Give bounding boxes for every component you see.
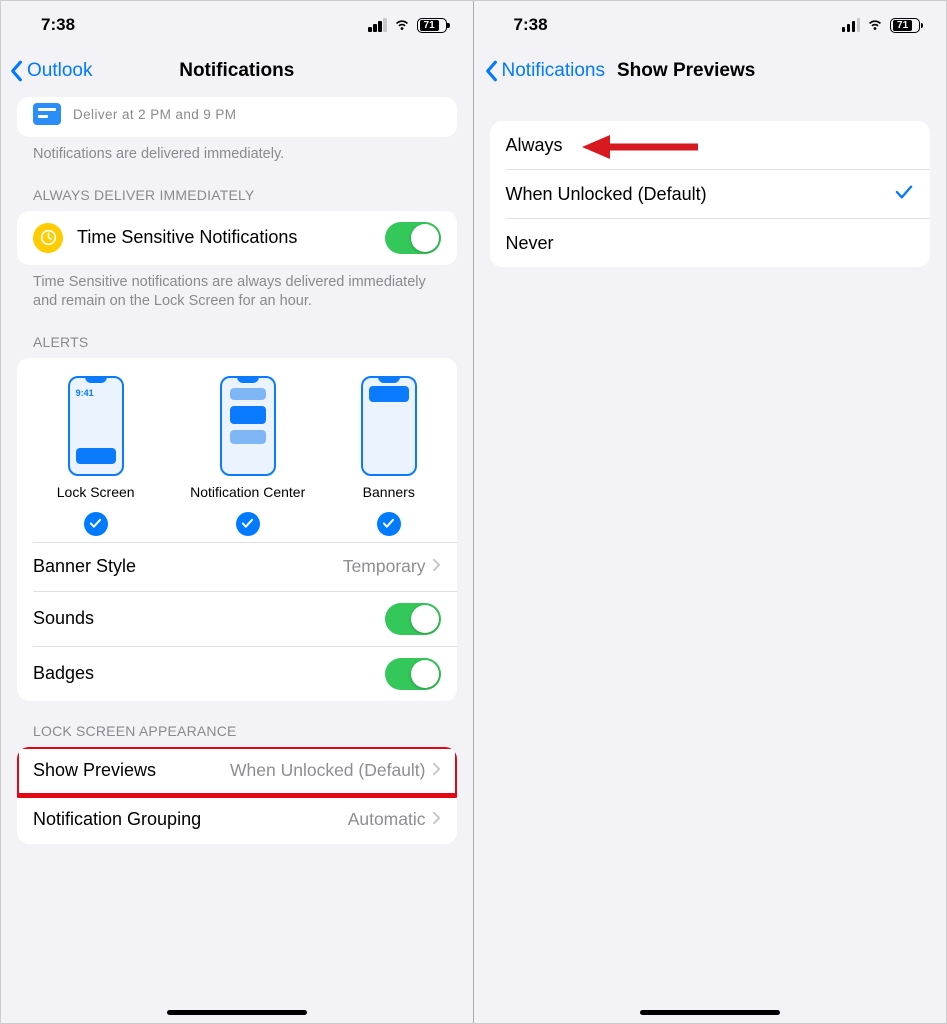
sounds-row[interactable]: Sounds (17, 592, 457, 646)
chevron-right-icon (432, 760, 441, 781)
back-label: Notifications (502, 60, 606, 82)
option-when-unlocked-label: When Unlocked (Default) (506, 184, 895, 205)
checkmark-icon (84, 512, 108, 536)
banner-style-value: Temporary (343, 556, 426, 577)
annotation-arrow-icon (580, 133, 700, 161)
battery-icon: 71 (417, 18, 447, 33)
lock-screen-card: Show Previews When Unlocked (Default) No… (17, 747, 457, 844)
chevron-left-icon (484, 60, 498, 82)
back-label: Outlook (27, 60, 92, 82)
checkmark-icon (894, 184, 914, 205)
sounds-toggle[interactable] (385, 603, 441, 635)
clock-icon (33, 223, 63, 253)
sounds-label: Sounds (33, 608, 385, 629)
time-sensitive-toggle[interactable] (385, 222, 441, 254)
status-time: 7:38 (41, 15, 75, 35)
checkmark-icon (377, 512, 401, 536)
chevron-right-icon (432, 556, 441, 577)
show-previews-row[interactable]: Show Previews When Unlocked (Default) (17, 747, 457, 795)
wifi-icon (866, 18, 884, 32)
nav-bar: Outlook Notifications (1, 49, 473, 93)
battery-icon: 71 (890, 18, 920, 33)
status-time: 7:38 (514, 15, 548, 35)
chevron-right-icon (432, 809, 441, 830)
delivery-schedule-value: Deliver at 2 PM and 9 PM (73, 107, 236, 122)
notification-grouping-row[interactable]: Notification Grouping Automatic (17, 796, 457, 844)
time-sensitive-footer: Time Sensitive notifications are always … (17, 265, 457, 312)
delivery-footer: Notifications are delivered immediately. (17, 137, 457, 165)
home-indicator[interactable] (640, 1010, 780, 1015)
status-icons: 71 (367, 18, 447, 33)
option-when-unlocked-row[interactable]: When Unlocked (Default) (490, 170, 931, 218)
delivery-schedule-card[interactable]: Deliver at 2 PM and 9 PM (17, 97, 457, 137)
page-title: Show Previews (617, 60, 755, 82)
show-previews-value: When Unlocked (Default) (230, 760, 426, 781)
alert-nc-label: Notification Center (190, 484, 305, 500)
alert-lockscreen-label: Lock Screen (57, 484, 135, 500)
alert-option-lockscreen[interactable]: 9:41 Lock Screen (57, 376, 135, 536)
alert-banners-label: Banners (363, 484, 415, 500)
section-lock-screen: LOCK SCREEN APPEARANCE (17, 701, 457, 747)
banner-style-row[interactable]: Banner Style Temporary (17, 543, 457, 591)
cellular-signal-icon (840, 18, 860, 32)
time-sensitive-row[interactable]: Time Sensitive Notifications (17, 211, 457, 265)
nav-bar: Notifications Show Previews (474, 49, 947, 93)
notification-grouping-value: Automatic (348, 809, 426, 830)
option-never-label: Never (506, 233, 915, 254)
notification-center-mock-icon (220, 376, 276, 476)
notification-grouping-label: Notification Grouping (33, 809, 348, 830)
phone-left: 7:38 71 Outlook Notifications Deliver at… (1, 1, 474, 1023)
badges-label: Badges (33, 663, 385, 684)
section-alerts: ALERTS (17, 312, 457, 358)
wifi-icon (393, 18, 411, 32)
time-sensitive-card: Time Sensitive Notifications (17, 211, 457, 265)
time-sensitive-label: Time Sensitive Notifications (77, 227, 385, 248)
back-button[interactable]: Outlook (9, 60, 92, 82)
alerts-card: 9:41 Lock Screen Notification Center Ban… (17, 358, 457, 701)
checkmark-icon (236, 512, 260, 536)
badges-row[interactable]: Badges (17, 647, 457, 701)
option-always-label: Always (506, 135, 915, 156)
back-button[interactable]: Notifications (484, 60, 606, 82)
banners-mock-icon (361, 376, 417, 476)
preview-options-card: Always When Unlocked (Default) Never (490, 121, 931, 267)
alert-styles-row: 9:41 Lock Screen Notification Center Ban… (17, 358, 457, 542)
show-previews-label: Show Previews (33, 760, 230, 781)
option-never-row[interactable]: Never (490, 219, 931, 267)
chevron-left-icon (9, 60, 23, 82)
content: Always When Unlocked (Default) Never (474, 121, 947, 267)
alert-option-banners[interactable]: Banners (361, 376, 417, 536)
schedule-icon (33, 103, 61, 125)
status-bar: 7:38 71 (474, 1, 947, 49)
badges-toggle[interactable] (385, 658, 441, 690)
content: Deliver at 2 PM and 9 PM Notifications a… (1, 97, 473, 844)
phone-right: 7:38 71 Notifications Show Previews Alwa… (474, 1, 947, 1023)
home-indicator[interactable] (167, 1010, 307, 1015)
cellular-signal-icon (367, 18, 387, 32)
lockscreen-mock-icon: 9:41 (68, 376, 124, 476)
option-always-row[interactable]: Always (490, 121, 931, 169)
section-always-deliver: ALWAYS DELIVER IMMEDIATELY (17, 165, 457, 211)
status-icons: 71 (840, 18, 920, 33)
banner-style-label: Banner Style (33, 556, 343, 577)
status-bar: 7:38 71 (1, 1, 473, 49)
alert-option-notification-center[interactable]: Notification Center (190, 376, 305, 536)
